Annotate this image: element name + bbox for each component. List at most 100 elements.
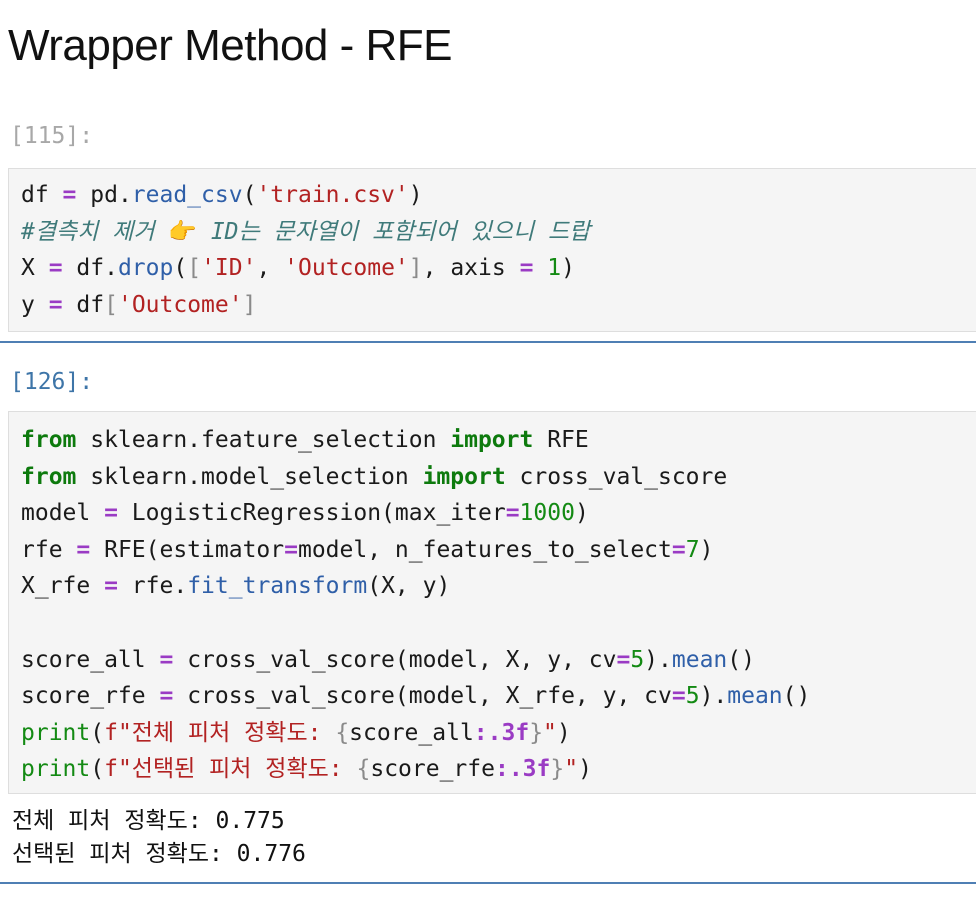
section-heading: Wrapper Method - RFE <box>8 21 453 70</box>
code-token: mean <box>727 683 783 710</box>
code-line: from sklearn.feature_selection import RF… <box>21 422 976 459</box>
code-token: ) <box>699 536 714 563</box>
code-line: score_rfe = cross_val_score(model, X_rfe… <box>21 678 976 715</box>
code-cell-126[interactable]: from sklearn.feature_selection import RF… <box>8 411 976 794</box>
code-token: cross_val_score <box>505 463 728 490</box>
code-token: 'ID' <box>201 255 257 282</box>
output-line: 전체 피처 정확도: 0.775 <box>12 808 285 834</box>
code-line: X = df.drop(['ID', 'Outcome'], axis = 1) <box>21 250 976 287</box>
code-token: (X, y) <box>367 573 451 600</box>
code-token: import <box>422 463 506 490</box>
code-token: cross_val_score(model, X_rfe, y, cv <box>173 683 672 710</box>
cell-divider <box>0 882 976 884</box>
code-token: 1000 <box>519 500 575 527</box>
code-token: score_all <box>21 646 160 673</box>
cell-prompt-115: [115]: <box>10 123 94 149</box>
code-line: print(f"전체 피처 정확도: {score_all:.3f}") <box>21 715 976 752</box>
code-token: } <box>529 719 544 746</box>
code-token: = <box>62 182 77 208</box>
code-line: #결측치 제거 👉 ID는 문자열이 포함되어 있으니 드랍 <box>21 214 976 251</box>
code-token: rfe <box>21 536 77 563</box>
code-token: sklearn.feature_selection <box>76 427 451 453</box>
code-line: y = df['Outcome'] <box>21 287 976 324</box>
pointing-hand-icon: 👉 <box>168 218 197 245</box>
code-token: LogisticRegression(max_iter <box>117 500 506 527</box>
code-cell-115[interactable]: df = pd.read_csv('train.csv') #결측치 제거 👉 I… <box>8 168 976 332</box>
code-token: ] <box>242 291 257 318</box>
code-token: 7 <box>685 536 700 563</box>
code-line: X_rfe = rfe.fit_transform(X, y) <box>21 568 976 605</box>
code-token: 'Outcome' <box>284 255 409 282</box>
code-token: from <box>21 463 77 490</box>
code-token: print <box>21 719 91 746</box>
code-line: model = LogisticRegression(max_iter=1000… <box>21 495 976 532</box>
code-token: :.3f <box>473 719 530 746</box>
code-token: [ <box>187 255 202 282</box>
code-editor[interactable]: from sklearn.feature_selection import RF… <box>9 412 976 788</box>
code-token: ID는 문자열이 포함되어 있으니 드랍 <box>196 218 591 245</box>
code-token: f"전체 피처 정확도: <box>104 719 336 746</box>
code-token: ) <box>578 756 592 783</box>
code-token: score_rfe <box>21 683 160 710</box>
code-token: " <box>564 756 579 783</box>
code-token: = <box>505 500 520 527</box>
code-token: import <box>450 427 534 453</box>
code-token: 1 <box>547 255 562 282</box>
code-token: pd. <box>76 182 132 208</box>
code-token: = <box>76 536 91 563</box>
code-token: = <box>48 255 63 282</box>
code-token: () <box>727 646 755 673</box>
code-token: drop <box>117 255 174 282</box>
notebook-page: Wrapper Method - RFE [115]: df = pd.read… <box>0 0 976 904</box>
code-token: = <box>671 683 686 710</box>
code-token: = <box>284 536 298 563</box>
code-token: ] <box>408 255 423 282</box>
code-token: X <box>21 255 49 282</box>
code-token: df. <box>62 255 118 282</box>
code-token: { <box>356 756 371 783</box>
cell-output: 전체 피처 정확도: 0.775 선택된 피처 정확도: 0.776 <box>12 805 306 871</box>
code-token: = <box>48 291 63 318</box>
code-token: df <box>21 182 63 208</box>
cell-divider <box>0 341 976 343</box>
code-token: ). <box>699 683 728 710</box>
code-token: RFE <box>533 427 589 453</box>
code-token: 'Outcome' <box>117 291 243 318</box>
code-token: = <box>104 500 118 527</box>
code-token: cross_val_score(model, X, y, cv <box>173 646 617 673</box>
code-token: f"선택된 피처 정확도: <box>104 756 357 783</box>
code-token: [ <box>104 291 118 318</box>
code-token: ( <box>173 255 188 282</box>
code-token: ( <box>242 182 257 208</box>
code-token: df <box>62 291 105 318</box>
code-token: = <box>519 255 534 282</box>
code-token: 'train.csv' <box>256 182 409 208</box>
code-token: print <box>21 756 91 783</box>
code-token: model <box>21 500 105 527</box>
code-token: read_csv <box>131 182 243 208</box>
code-token: () <box>782 683 811 710</box>
code-token: X_rfe <box>21 573 105 600</box>
output-line: 선택된 피처 정확도: 0.776 <box>12 841 306 867</box>
code-editor[interactable]: df = pd.read_csv('train.csv') #결측치 제거 👉 I… <box>9 169 976 323</box>
code-line: score_all = cross_val_score(model, X, y,… <box>21 642 976 679</box>
code-token: 5 <box>685 683 700 710</box>
code-token: sklearn.model_selection <box>76 463 423 490</box>
code-line: print(f"선택된 피처 정확도: {score_rfe:.3f}") <box>21 751 976 788</box>
code-token: y <box>21 291 49 318</box>
code-token: fit_transform <box>187 573 368 600</box>
code-token: score_all <box>349 719 474 746</box>
code-token: ) <box>556 719 571 746</box>
code-token: :.3f <box>494 756 551 783</box>
code-token: " <box>543 719 557 746</box>
code-token: ) <box>408 182 423 208</box>
code-token: } <box>550 756 565 783</box>
code-token: , <box>256 255 285 282</box>
code-token: = <box>671 536 686 563</box>
code-token: ( <box>90 756 105 783</box>
code-token: model, n_features_to_select <box>297 536 672 563</box>
code-token: 5 <box>630 646 645 673</box>
cell-prompt-126: [126]: <box>10 369 94 395</box>
